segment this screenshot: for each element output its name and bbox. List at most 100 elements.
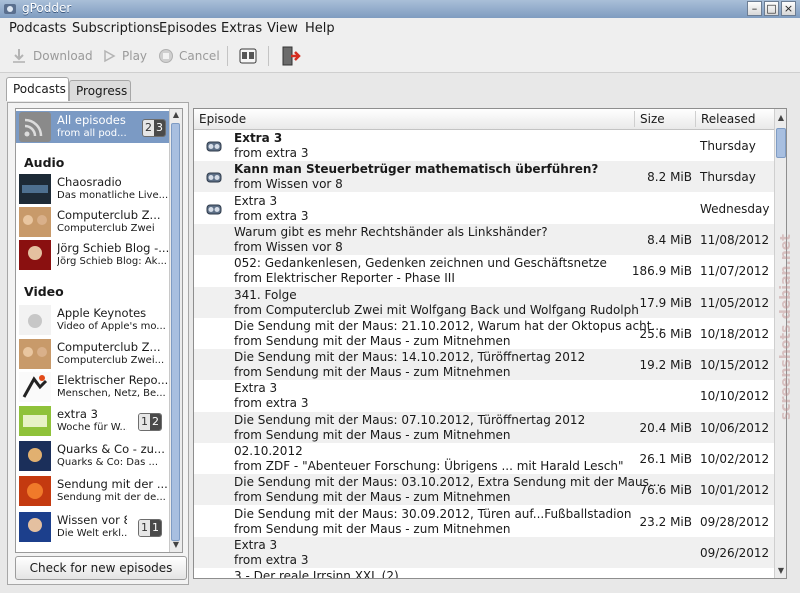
episode-released: 11/08/2012	[700, 232, 770, 247]
column-header-episode[interactable]: Episode	[199, 112, 246, 126]
quit-icon	[282, 46, 301, 66]
podcast-item[interactable]: Computerclub Z... Computerclub Zwei...	[16, 338, 171, 370]
episode-released: 09/26/2012	[700, 545, 770, 560]
episode-row[interactable]: Die Sendung mit der Maus: 21.10.2012, Wa…	[194, 318, 774, 349]
episode-row[interactable]: Die Sendung mit der Maus: 07.10.2012, Tü…	[194, 411, 774, 443]
episode-podcast: from ZDF - "Abenteuer Forschung: Übrigen…	[234, 459, 624, 473]
episode-released: Thursday	[700, 170, 756, 185]
episode-released: 11/07/2012	[700, 264, 770, 279]
episode-row[interactable]: Extra 3 from extra 3 Thursday	[194, 130, 774, 161]
episode-podcast: from Sendung mit der Maus - zum Mitnehme…	[234, 427, 511, 442]
menu-help[interactable]: Help	[305, 21, 335, 36]
podcast-item[interactable]: Elektrischer Repo... Menschen, Netz, Be.…	[16, 371, 171, 403]
episode-released: Wednesday	[700, 201, 770, 216]
podcast-item[interactable]: extra 3 Woche für W... 1 2	[16, 405, 171, 437]
episode-row[interactable]: Die Sendung mit der Maus: 30.09.2012, Tü…	[194, 506, 774, 537]
episode-row[interactable]: Extra 3 from extra 3 Wednesday	[194, 193, 774, 224]
episode-released: 10/15/2012	[700, 358, 770, 373]
podcast-item[interactable]: Chaosradio Das monatliche Live...	[16, 173, 171, 205]
episode-downloaded-icon	[206, 204, 222, 215]
podcast-cover-icon	[19, 339, 51, 369]
check-new-episodes-button[interactable]: Check for new episodes	[15, 556, 187, 580]
episode-title: Extra 3	[234, 381, 278, 396]
podcast-item[interactable]: Sendung mit der ... Sendung mit der de..…	[16, 475, 171, 507]
menu-view[interactable]: View	[267, 21, 298, 36]
episode-details-button[interactable]	[238, 46, 258, 66]
podcast-item[interactable]: Quarks & Co - zu... Quarks & Co: Das ...	[16, 440, 171, 472]
episode-row[interactable]: Extra 3 from extra 3 09/26/2012	[194, 536, 774, 568]
scrollbar-thumb[interactable]	[776, 128, 786, 158]
episode-podcast: from Sendung mit der Maus - zum Mitnehme…	[234, 333, 511, 348]
podcast-desc: Computerclub Zwei...	[57, 355, 165, 366]
episode-row[interactable]: Extra 3 from extra 3 10/10/2012	[194, 380, 774, 411]
podcast-desc: Woche für W...	[57, 422, 127, 433]
episode-row[interactable]: 3 - Der reale Irrsinn XXL (2)	[194, 568, 774, 579]
menu-episodes[interactable]: Episodes	[159, 21, 217, 36]
podcast-list-scrollbar[interactable]: ▲ ▼	[169, 109, 182, 552]
episode-released: 09/28/2012	[700, 514, 770, 529]
episode-row[interactable]: Die Sendung mit der Maus: 14.10.2012, Tü…	[194, 349, 774, 381]
podcast-name: Computerclub Z...	[57, 208, 161, 222]
minimize-button[interactable]: –	[747, 1, 762, 16]
play-label: Play	[122, 49, 148, 63]
download-button[interactable]: Download	[10, 46, 93, 66]
rss-feed-icon	[19, 112, 51, 142]
episode-size: 17.9 MiB	[639, 295, 692, 310]
menu-extras[interactable]: Extras	[221, 21, 262, 36]
column-header-size[interactable]: Size	[640, 112, 665, 126]
menu-subscriptions[interactable]: Subscriptions	[72, 21, 160, 36]
toolbar-separator	[227, 46, 228, 66]
episode-count-badge: 1 2	[138, 413, 162, 431]
episode-released: Thursday	[700, 139, 756, 153]
column-header-released[interactable]: Released	[701, 112, 756, 126]
section-header-video: Video	[24, 284, 64, 299]
episode-row[interactable]: Die Sendung mit der Maus: 03.10.2012, Ex…	[194, 474, 774, 506]
scrollbar-thumb[interactable]	[171, 123, 180, 541]
episode-title: 3 - Der reale Irrsinn XXL (2)	[234, 569, 399, 579]
episode-size: 19.2 MiB	[639, 358, 692, 373]
podcast-item[interactable]: Jörg Schieb Blog -... Jörg Schieb Blog: …	[16, 239, 171, 271]
download-label: Download	[33, 49, 93, 63]
quit-button[interactable]	[280, 46, 302, 66]
podcast-cover-icon	[19, 240, 51, 270]
episode-title: Warum gibt es mehr Rechtshänder als Link…	[234, 224, 548, 239]
close-button[interactable]: ×	[781, 1, 796, 16]
podcast-item[interactable]: Computerclub Z... Computerclub Zwei	[16, 206, 171, 238]
scroll-down-arrow-icon[interactable]: ▼	[775, 565, 786, 577]
episode-podcast: from Sendung mit der Maus - zum Mitnehme…	[234, 521, 511, 536]
episode-podcast: from Sendung mit der Maus - zum Mitnehme…	[234, 365, 511, 380]
scroll-up-arrow-icon[interactable]: ▲	[775, 112, 786, 124]
episode-list: Episode Size Released Extra 3 from extra …	[193, 108, 787, 579]
podcast-cover-icon	[19, 476, 51, 506]
new-count: 2	[143, 120, 154, 136]
podcast-desc: Computerclub Zwei	[57, 223, 155, 234]
podcast-cover-icon	[19, 512, 51, 542]
episode-row[interactable]: Warum gibt es mehr Rechtshänder als Link…	[194, 223, 774, 255]
podcast-desc: from all pod...	[57, 128, 127, 139]
column-separator	[695, 111, 696, 127]
podcast-name: Computerclub Z...	[57, 340, 161, 354]
podcast-item[interactable]: Apple Keynotes Video of Apple's mo...	[16, 304, 171, 336]
episode-row[interactable]: 02.10.2012 from ZDF - "Abenteuer Forschun…	[194, 443, 774, 474]
tab-progress[interactable]: Progress	[69, 80, 131, 101]
tab-podcasts[interactable]: Podcasts	[6, 77, 69, 101]
maximize-button[interactable]: □	[764, 1, 779, 16]
episode-size: 25.6 MiB	[639, 326, 692, 341]
scroll-down-arrow-icon[interactable]: ▼	[170, 539, 182, 551]
play-button[interactable]: Play	[101, 46, 147, 66]
episode-podcast: from Computerclub Zwei mit Wolfgang Back…	[234, 302, 639, 317]
podcast-name: extra 3	[57, 407, 98, 421]
downloaded-count: 1	[150, 520, 161, 536]
episode-size: 23.2 MiB	[639, 514, 692, 529]
podcast-item[interactable]: Wissen vor 8 Die Welt erkl... 1 1	[16, 511, 171, 543]
cancel-button[interactable]: Cancel	[158, 46, 220, 66]
podcast-item-all-episodes[interactable]: All episodes from all pod... 2 3	[16, 111, 171, 143]
episode-size: 186.9 MiB	[631, 264, 692, 279]
podcast-cover-icon	[19, 305, 51, 335]
scroll-up-arrow-icon[interactable]: ▲	[170, 109, 182, 121]
episode-row[interactable]: 341. Folge from Computerclub Zwei mit Wol…	[194, 286, 774, 318]
episode-row[interactable]: 052: Gedankenlesen, Gedenken zeichnen un…	[194, 255, 774, 286]
episode-row[interactable]: Kann man Steuerbetrüger mathematisch übe…	[194, 161, 774, 193]
episode-title: Die Sendung mit der Maus: 30.09.2012, Tü…	[234, 506, 632, 521]
menu-podcasts[interactable]: Podcasts	[9, 21, 66, 36]
